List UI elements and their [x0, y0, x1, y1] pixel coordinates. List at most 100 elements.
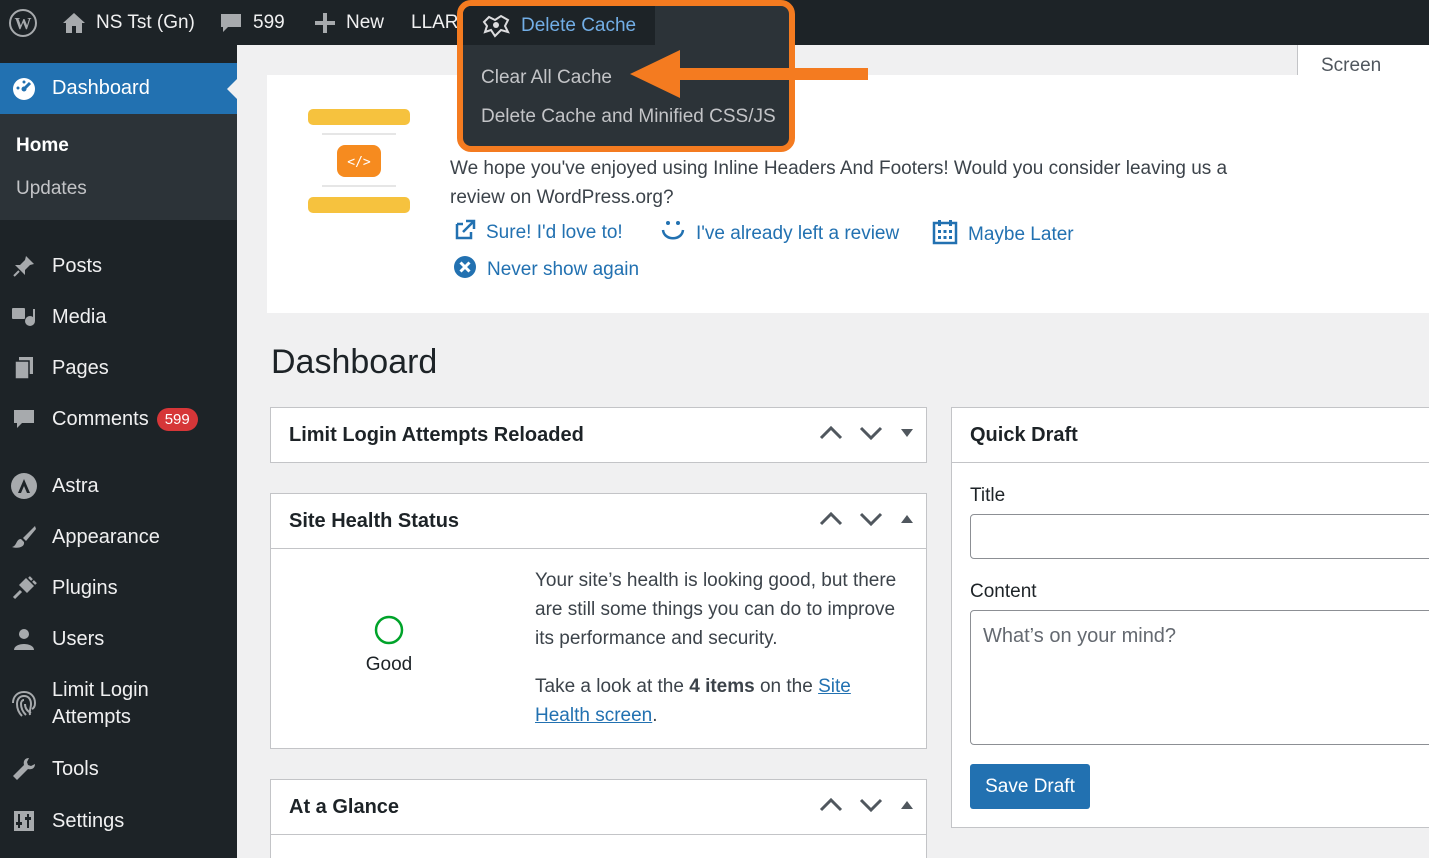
sidebar-item-label: Posts — [52, 254, 103, 277]
clear-all-cache-item[interactable]: Clear All Cache — [481, 67, 612, 89]
cache-plugin-icon — [481, 14, 511, 38]
site-name: NS Tst (Gn) — [96, 11, 195, 33]
health-good-circle-icon — [374, 615, 404, 645]
plugin-logo-icon: </> — [308, 109, 412, 218]
plus-icon — [314, 12, 336, 34]
health-items-count: 4 items — [689, 676, 755, 697]
sidebar-item-media[interactable]: Media — [0, 299, 237, 335]
media-icon — [10, 303, 38, 331]
wordpress-logo-icon[interactable]: W — [8, 0, 38, 45]
health-status-indicator: Good — [351, 614, 427, 676]
home-icon — [62, 12, 86, 34]
review-sure-label: Sure! I'd love to! — [486, 222, 623, 243]
calendar-icon — [932, 219, 958, 251]
widget-controls — [818, 780, 916, 835]
sidebar-item-tools[interactable]: Tools — [0, 751, 237, 787]
move-up-icon[interactable] — [818, 509, 844, 534]
draft-content-input[interactable] — [970, 610, 1429, 745]
health-description: Your site’s health is looking good, but … — [535, 566, 905, 730]
sidebar-item-plugins[interactable]: Plugins — [0, 570, 237, 606]
site-name-link[interactable]: NS Tst (Gn) — [62, 0, 195, 45]
health-items-line: Take a look at the 4 items on the Site H… — [535, 672, 905, 730]
svg-text:</>: </> — [347, 155, 371, 170]
submenu-updates[interactable]: Updates — [16, 178, 87, 200]
comments-link[interactable]: 599 — [219, 0, 285, 45]
already-reviewed-link[interactable]: I've already left a review — [660, 219, 899, 249]
widget-title: Quick Draft — [970, 423, 1078, 446]
dashboard-submenu: Home Updates — [0, 114, 237, 220]
orange-arrow-annotation — [630, 50, 868, 98]
new-label: New — [346, 11, 385, 33]
sidebar-item-settings[interactable]: Settings — [0, 803, 237, 839]
already-reviewed-label: I've already left a review — [696, 223, 900, 244]
admin-sidebar: Dashboard Home Updates Posts Media Pages… — [0, 45, 237, 858]
move-up-icon[interactable] — [818, 423, 844, 448]
widget-title: Site Health Status — [289, 509, 460, 532]
sidebar-item-posts[interactable]: Posts — [0, 248, 237, 284]
comment-bubble-icon — [219, 11, 243, 35]
sidebar-item-users[interactable]: Users — [0, 621, 237, 657]
comments-badge: 599 — [156, 407, 198, 431]
wrench-icon — [10, 755, 38, 783]
external-link-icon — [454, 219, 476, 247]
health-summary: Your site’s health is looking good, but … — [535, 570, 897, 649]
health-status-label: Good — [365, 654, 413, 675]
svg-text:W: W — [15, 14, 32, 33]
sidebar-item-limit-login-attempts[interactable]: Limit Login Attempts — [0, 676, 237, 732]
site-health-widget: Site Health Status Good Your site’s heal… — [270, 493, 927, 749]
widget-controls — [818, 408, 916, 463]
sidebar-item-label: Media — [52, 305, 107, 328]
never-show-link[interactable]: Never show again — [453, 255, 639, 285]
delete-cache-menu-button[interactable]: Delete Cache — [463, 6, 655, 45]
notice-text: We hope you've enjoyed using Inline Head… — [450, 158, 1228, 208]
llar-link[interactable]: LLAR — [411, 0, 459, 45]
sidebar-item-label: Dashboard — [52, 77, 150, 99]
toggle-collapse-icon[interactable] — [898, 512, 916, 531]
sidebar-item-label: Pages — [52, 356, 109, 379]
llar-label: LLAR — [411, 11, 459, 33]
sidebar-item-dashboard[interactable]: Dashboard — [0, 63, 237, 114]
move-down-icon[interactable] — [858, 795, 884, 820]
draft-content-label: Content — [970, 581, 1037, 602]
sidebar-item-astra[interactable]: Astra — [0, 468, 237, 504]
move-down-icon[interactable] — [858, 509, 884, 534]
at-a-glance-widget: At a Glance — [270, 779, 927, 858]
widget-title: At a Glance — [289, 795, 400, 818]
move-down-icon[interactable] — [858, 423, 884, 448]
widget-title: Limit Login Attempts Reloaded — [289, 424, 584, 446]
draft-title-input[interactable] — [970, 514, 1429, 559]
draft-title-label: Title — [970, 485, 1006, 506]
dashboard-gauge-icon — [10, 75, 38, 103]
comment-icon — [10, 405, 38, 433]
sidebar-item-label: Users — [52, 627, 105, 650]
never-show-label: Never show again — [487, 259, 640, 280]
sidebar-item-pages[interactable]: Pages — [0, 350, 237, 386]
submenu-home[interactable]: Home — [16, 135, 69, 157]
fingerprint-icon — [10, 690, 38, 718]
sidebar-item-label: Tools — [52, 757, 99, 780]
toggle-collapse-icon[interactable] — [898, 798, 916, 817]
astra-icon — [10, 472, 38, 500]
widget-header: Quick Draft — [952, 408, 1429, 463]
pages-icon — [10, 354, 38, 382]
sidebar-item-label: Astra — [52, 474, 99, 497]
settings-icon — [10, 807, 38, 835]
smiley-icon — [660, 219, 686, 249]
toggle-expand-icon[interactable] — [898, 426, 916, 445]
llar-widget: Limit Login Attempts Reloaded — [270, 407, 927, 463]
move-up-icon[interactable] — [818, 795, 844, 820]
dismiss-circle-icon — [453, 255, 477, 285]
health-items-suffix: . — [652, 705, 658, 726]
review-sure-link[interactable]: Sure! I'd love to! — [454, 219, 623, 247]
save-draft-button[interactable]: Save Draft — [970, 764, 1090, 809]
delete-cache-minified-item[interactable]: Delete Cache and Minified CSS/JS — [481, 106, 776, 128]
maybe-later-link[interactable]: Maybe Later — [932, 219, 1074, 251]
maybe-later-label: Maybe Later — [968, 224, 1074, 245]
review-notice: </> We hope you've enjoyed using Inline … — [267, 75, 1429, 313]
sidebar-item-comments[interactable]: Comments 599 — [0, 401, 237, 437]
quick-draft-widget: Quick Draft Title Content Save Draft — [951, 407, 1429, 828]
sidebar-item-label: Plugins — [52, 576, 118, 599]
sidebar-item-appearance[interactable]: Appearance — [0, 519, 237, 555]
health-items-prefix: Take a look at the — [535, 676, 690, 697]
new-content-link[interactable]: New — [314, 0, 384, 45]
